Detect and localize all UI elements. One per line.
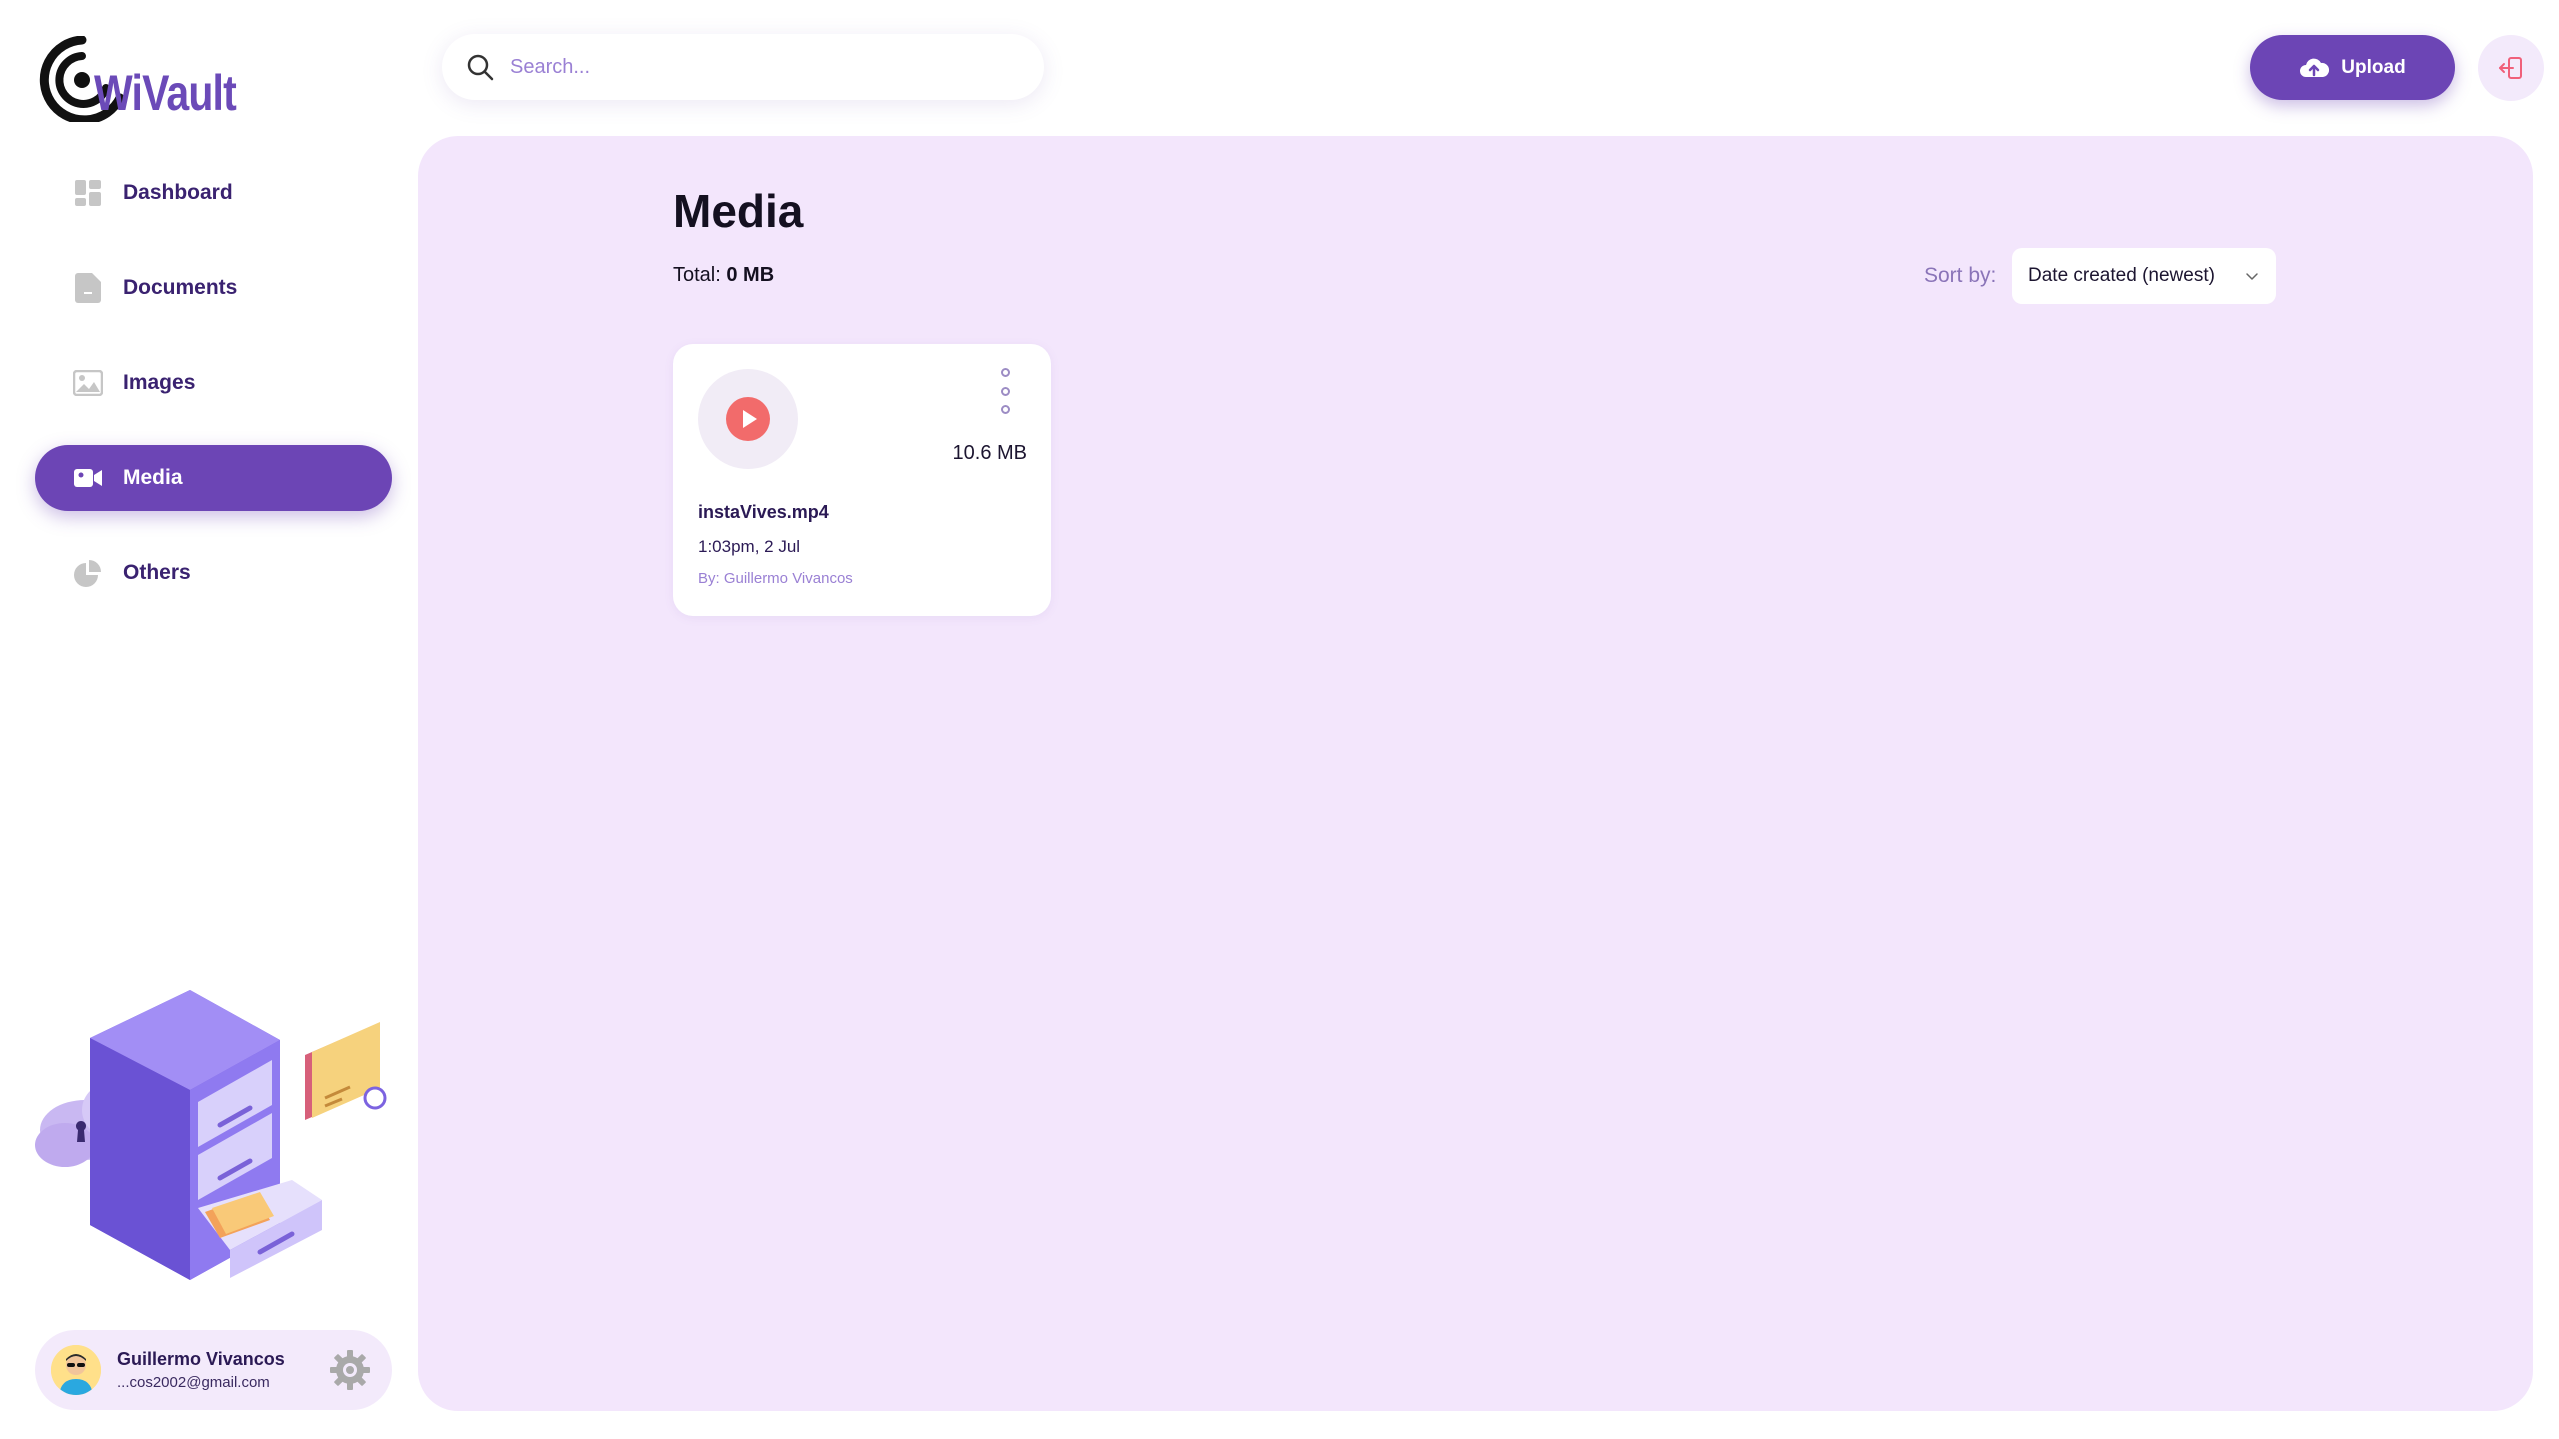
- play-icon: [726, 397, 770, 441]
- dot-icon: [1000, 386, 1010, 396]
- sort-label: Sort by:: [1924, 264, 1997, 287]
- pie-chart-icon: [73, 558, 103, 588]
- sidebar-item-label: Dashboard: [123, 181, 233, 204]
- user-profile-card[interactable]: Guillermo Vivancos ...cos2002@gmail.com: [35, 1330, 392, 1410]
- search-bar: [442, 34, 1044, 100]
- file-size: 10.6 MB: [952, 442, 1027, 464]
- sort-select[interactable]: Date created (newest): [2012, 248, 2276, 304]
- sidebar-nav: Dashboard Documents Images Media Others: [35, 160, 392, 635]
- file-name: instaVives.mp4: [698, 502, 829, 522]
- page-title: Media: [673, 185, 804, 237]
- file-card[interactable]: 10.6 MB instaVives.mp4 1:03pm, 2 Jul By:…: [673, 344, 1051, 616]
- file-thumbnail: [698, 369, 798, 469]
- file-options-button[interactable]: [993, 368, 1017, 414]
- search-icon: [467, 54, 494, 81]
- sidebar-item-documents[interactable]: Documents: [35, 255, 392, 321]
- file-owner: By: Guillermo Vivancos: [698, 570, 853, 587]
- sidebar-item-label: Others: [123, 561, 191, 584]
- user-info: Guillermo Vivancos ...cos2002@gmail.com: [117, 1349, 285, 1391]
- user-email: ...cos2002@gmail.com: [117, 1374, 270, 1391]
- upload-button[interactable]: Upload: [2250, 35, 2455, 100]
- search-input[interactable]: [510, 55, 990, 79]
- total-value: 0 MB: [726, 264, 775, 286]
- main-content: Media Total: 0 MB Sort by: Date created …: [418, 136, 2533, 1411]
- logout-icon: [2499, 57, 2522, 79]
- brand-logo[interactable]: WiVault: [38, 36, 298, 122]
- document-icon: [73, 273, 103, 303]
- sidebar-item-images[interactable]: Images: [35, 350, 392, 416]
- dashboard-icon: [73, 178, 103, 208]
- dot-icon: [1000, 405, 1010, 414]
- brand-name: WiVault: [94, 65, 237, 121]
- sidebar-item-dashboard[interactable]: Dashboard: [35, 160, 392, 226]
- video-icon: [73, 463, 103, 493]
- sidebar-item-others[interactable]: Others: [35, 540, 392, 606]
- sidebar-item-media[interactable]: Media: [35, 445, 392, 511]
- total-label: Total:: [673, 264, 721, 286]
- sidebar: WiVault Dashboard Documents Images Media…: [0, 0, 418, 1439]
- sidebar-item-label: Media: [123, 466, 183, 489]
- dot-icon: [1000, 368, 1010, 377]
- file-date: 1:03pm, 2 Jul: [698, 537, 801, 556]
- gear-icon: [330, 1350, 370, 1390]
- cloud-upload-icon: [2300, 58, 2330, 77]
- settings-button[interactable]: [328, 1348, 372, 1392]
- sidebar-item-label: Images: [123, 371, 196, 394]
- sort-value: Date created (newest): [2028, 265, 2215, 286]
- image-icon: [73, 368, 103, 398]
- user-name: Guillermo Vivancos: [117, 1349, 285, 1369]
- sidebar-item-label: Documents: [123, 276, 238, 299]
- total-size: Total: 0 MB: [673, 264, 774, 287]
- avatar: [51, 1345, 101, 1395]
- upload-button-label: Upload: [2341, 56, 2406, 78]
- user-avatar-icon: [51, 1345, 101, 1395]
- file-cabinet-illustration: [35, 990, 387, 1280]
- logout-button[interactable]: [2478, 35, 2544, 101]
- chevron-down-icon: [2246, 273, 2258, 280]
